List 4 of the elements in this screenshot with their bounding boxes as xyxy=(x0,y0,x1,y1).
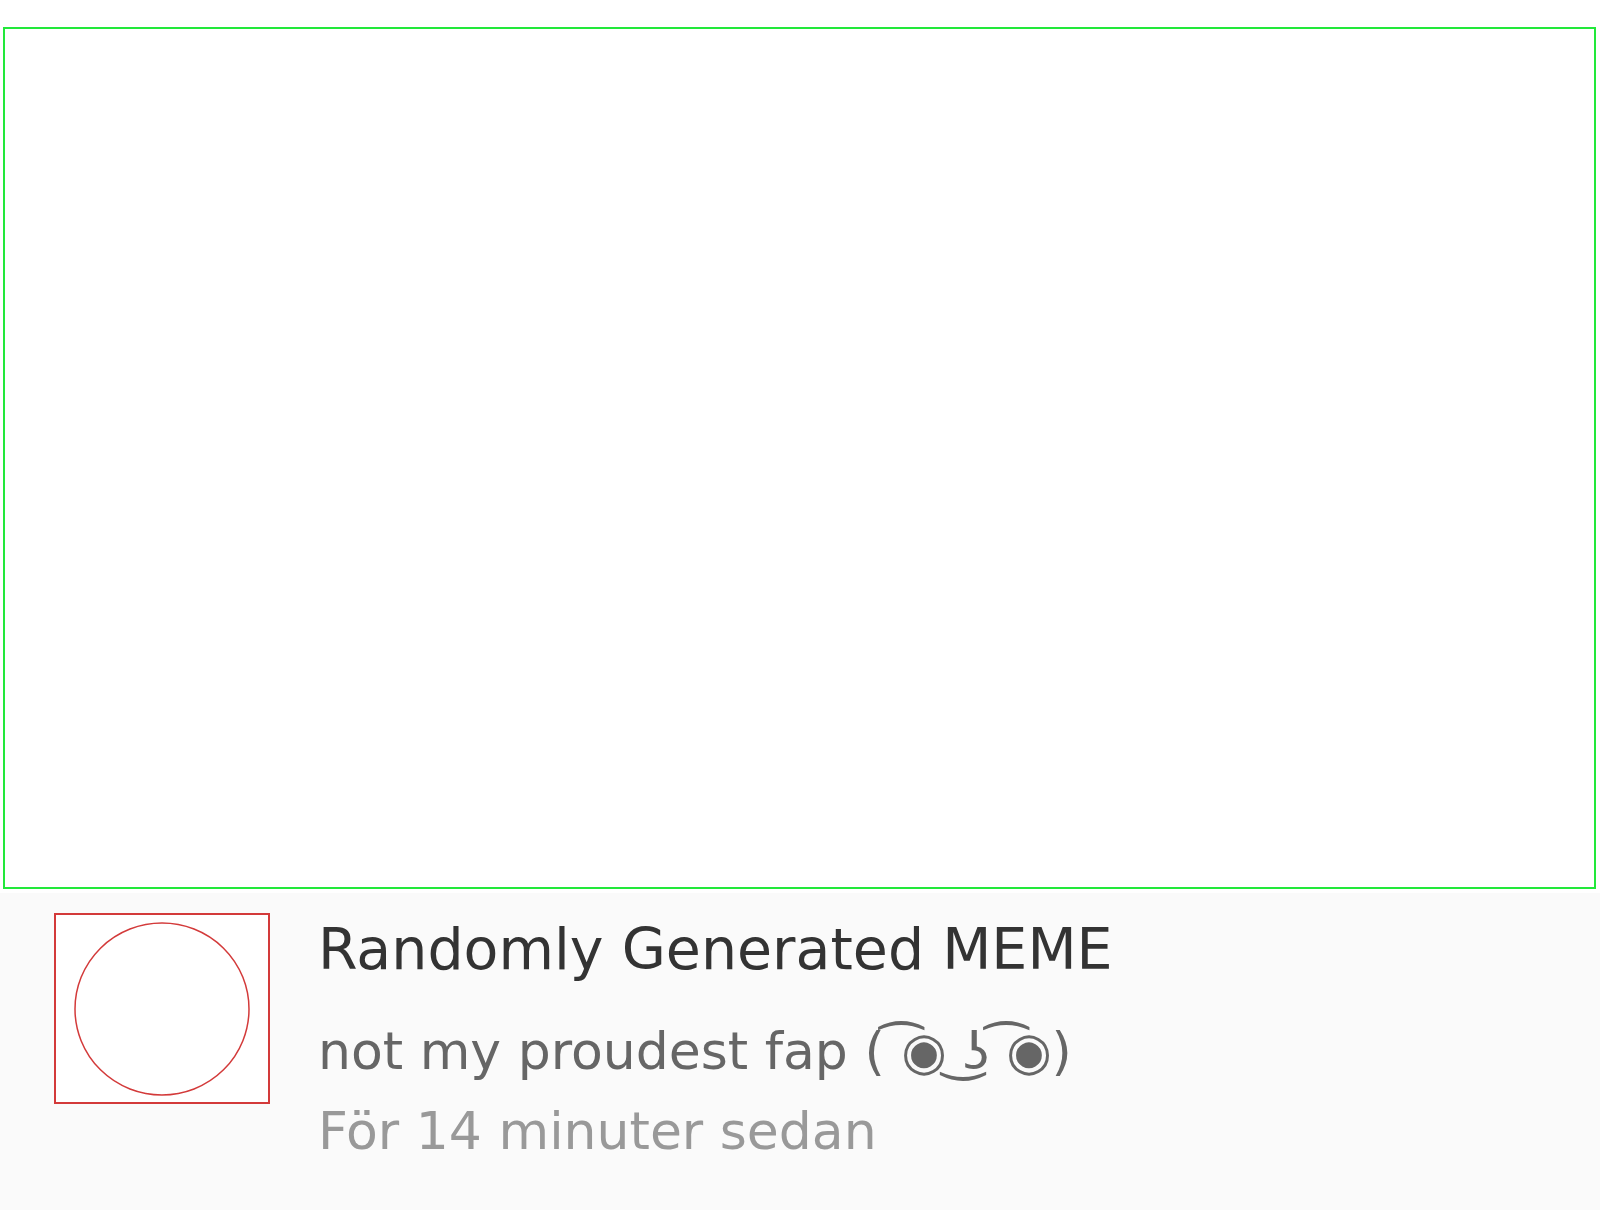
notification-time: För 14 minuter sedan xyxy=(318,1100,877,1163)
circle-icon xyxy=(73,920,251,1097)
notification-title: Randomly Generated MEME xyxy=(318,915,1113,984)
notification-message: not my proudest fap ( ͡◉ ͜ʖ ͡◉) xyxy=(318,1020,1072,1083)
